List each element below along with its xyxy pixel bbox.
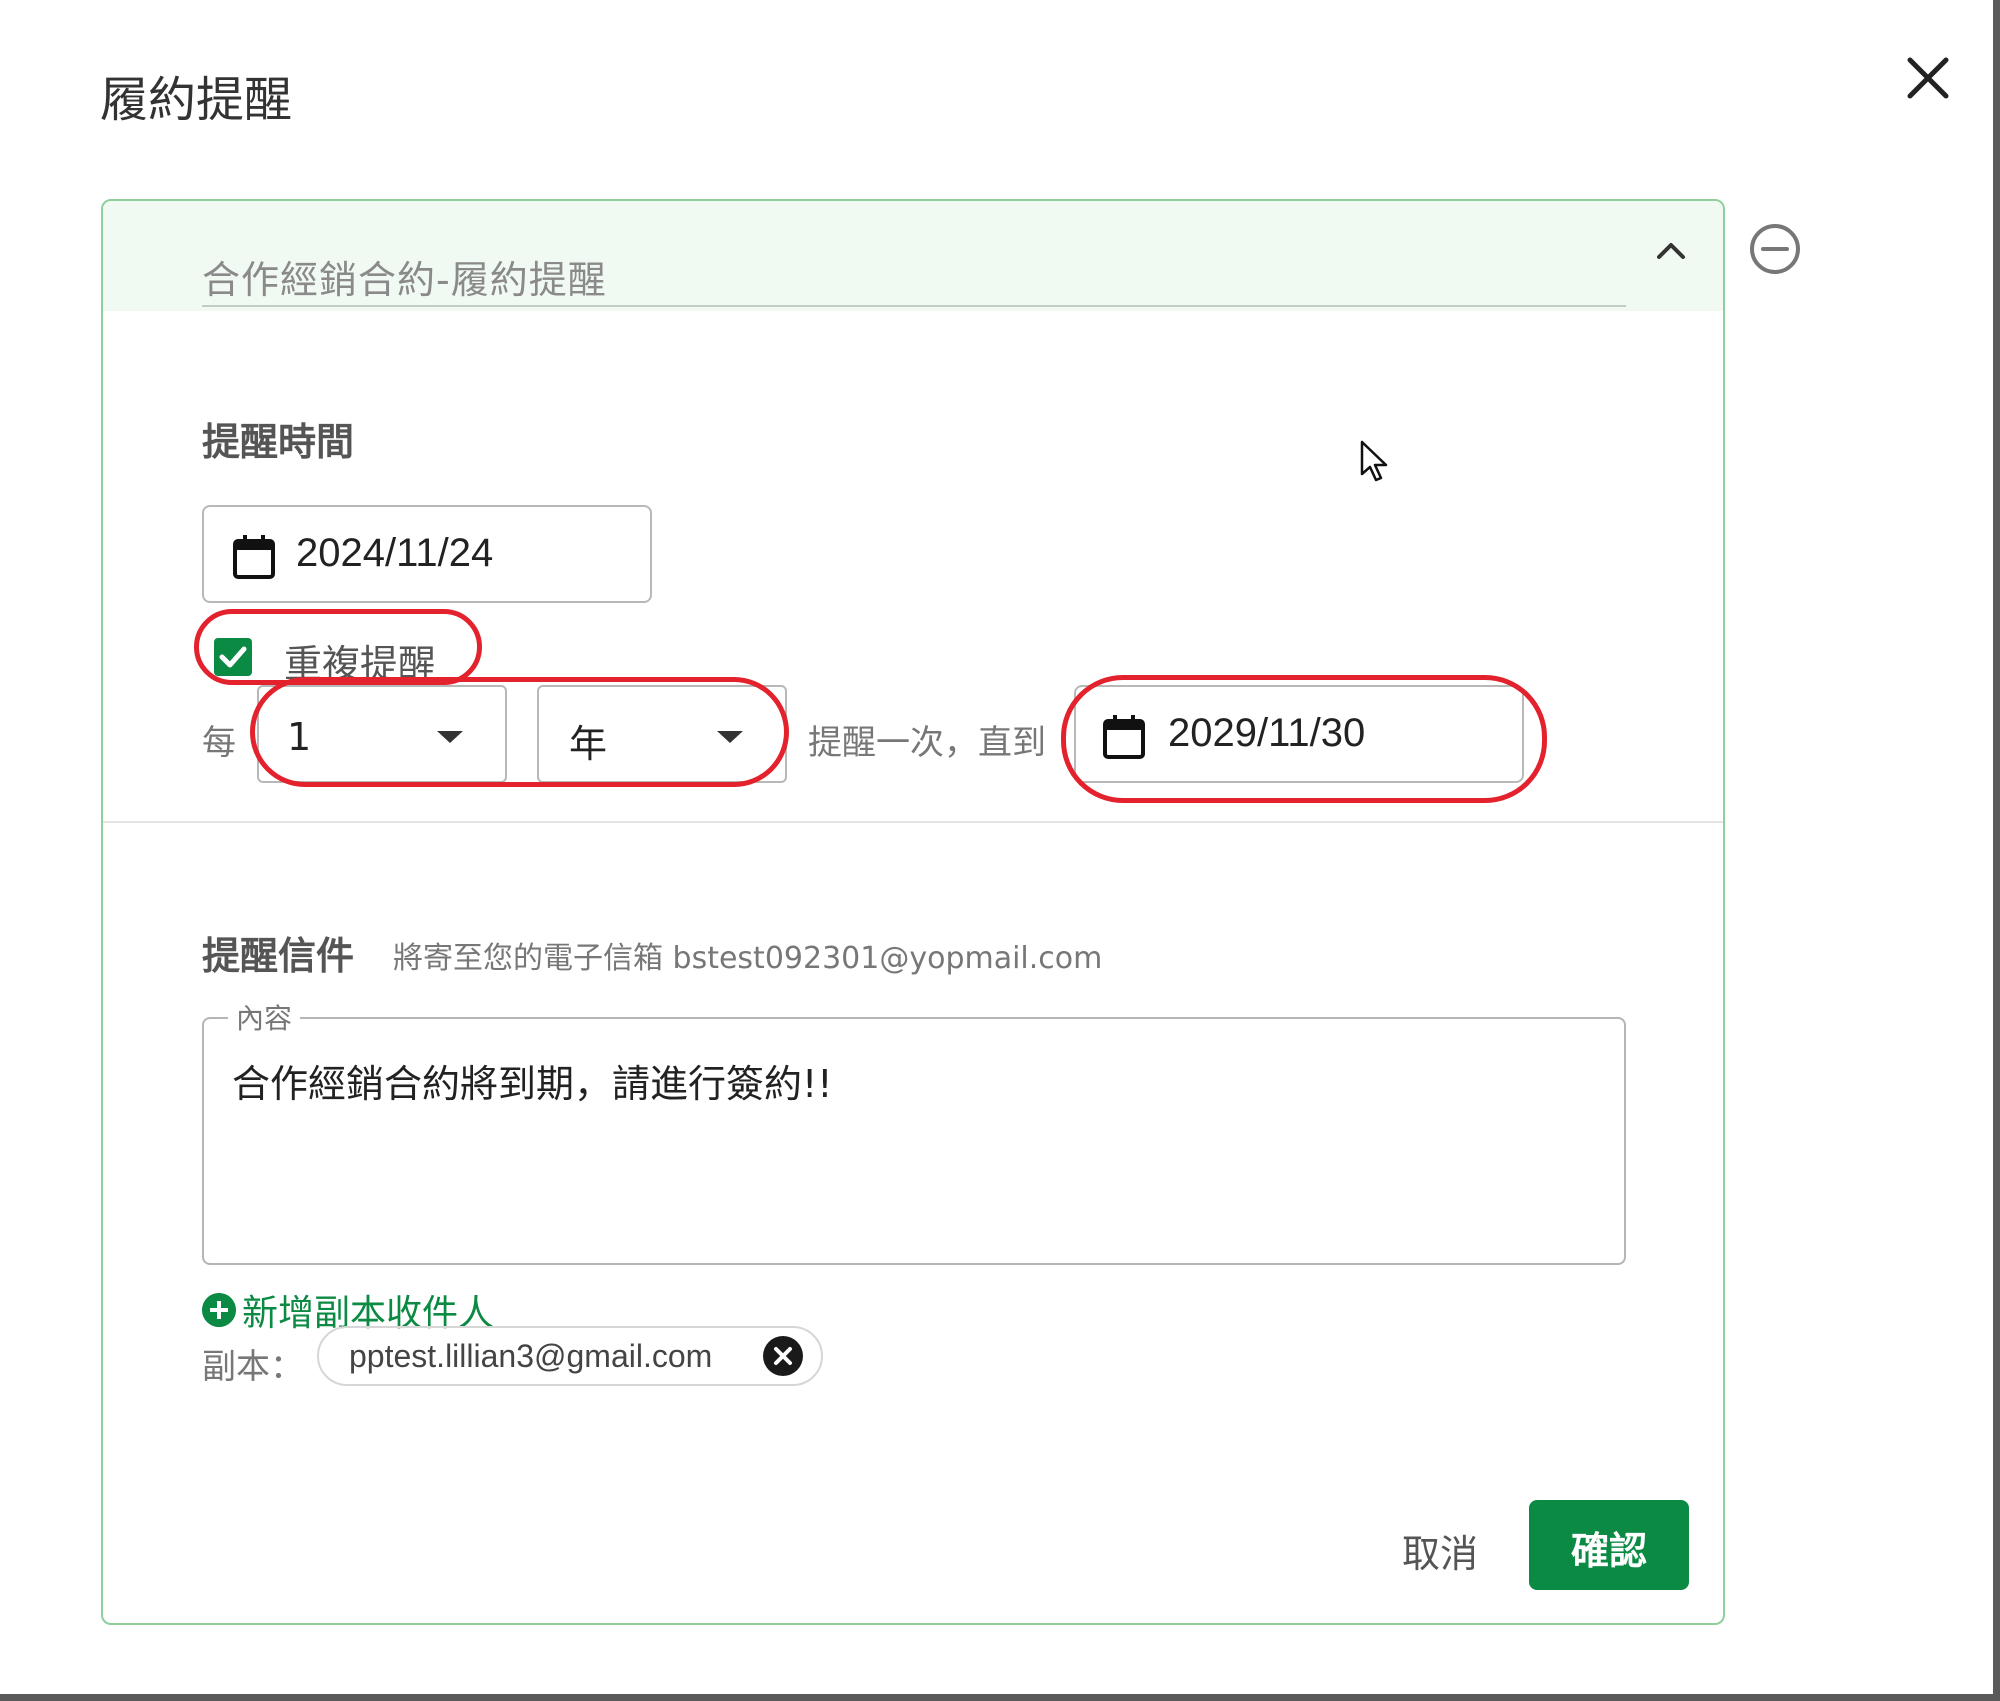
cc-recipient-chip: pptest.lillian3@gmail.com	[317, 1326, 823, 1386]
caret-down-icon	[717, 731, 743, 743]
unit-select[interactable]: 年	[537, 685, 787, 783]
reminder-title-input[interactable]: 合作經銷合約-履約提醒	[202, 237, 1626, 307]
end-date-picker[interactable]: 2029/11/30	[1074, 685, 1524, 783]
start-date-value: 2024/11/24	[296, 531, 494, 575]
interval-select[interactable]: 1	[257, 685, 507, 783]
cc-recipient-email: pptest.lillian3@gmail.com	[349, 1338, 713, 1374]
reminder-card: 合作經銷合約-履約提醒 提醒時間 2024/11/24 重複提醒 每 1 年 提…	[101, 199, 1725, 1625]
window-edge	[1993, 0, 2000, 1701]
section-divider	[103, 821, 1723, 823]
calendar-icon	[233, 535, 275, 579]
start-date-picker[interactable]: 2024/11/24	[202, 505, 652, 603]
mouse-cursor-icon	[1360, 440, 1388, 482]
reminder-time-heading: 提醒時間	[202, 420, 355, 464]
close-button[interactable]	[1900, 50, 1956, 106]
mail-destination-note: 將寄至您的電子信箱 bstest092301@yopmail.com	[393, 941, 1103, 976]
repeat-checkbox[interactable]	[214, 638, 252, 676]
interval-value: 1	[287, 715, 312, 759]
close-icon	[774, 1347, 792, 1365]
chevron-up-icon	[1657, 243, 1685, 259]
end-date-value: 2029/11/30	[1168, 711, 1366, 755]
confirm-label: 確認	[1570, 1529, 1647, 1573]
reminder-mail-heading: 提醒信件	[202, 934, 355, 978]
until-label: 提醒一次，直到	[808, 723, 1046, 763]
remove-cc-button[interactable]	[763, 1336, 803, 1376]
every-label: 每	[202, 723, 236, 763]
remove-reminder-button[interactable]	[1748, 222, 1802, 276]
cancel-button[interactable]: 取消	[1402, 1523, 1478, 1578]
reminder-card-header: 合作經銷合約-履約提醒	[103, 201, 1723, 311]
mail-content-value: 合作經銷合約將到期，請進行簽約!!	[232, 1062, 833, 1106]
dialog-title: 履約提醒	[100, 72, 293, 128]
minus-circle-icon	[1750, 224, 1800, 274]
unit-value: 年	[569, 722, 608, 766]
confirm-button[interactable]: 確認	[1529, 1500, 1689, 1590]
cc-label: 副本：	[202, 1347, 304, 1387]
check-icon	[219, 646, 247, 668]
mail-content-textarea[interactable]: 內容 合作經銷合約將到期，請進行簽約!!	[202, 997, 1626, 1265]
reminder-title-value: 合作經銷合約-履約提醒	[202, 258, 607, 302]
plus-circle-icon	[202, 1293, 236, 1327]
close-icon	[1907, 57, 1949, 99]
collapse-button[interactable]	[1653, 233, 1689, 269]
window-edge	[0, 1694, 2000, 1701]
caret-down-icon	[437, 731, 463, 743]
content-label: 內容	[228, 997, 301, 1037]
calendar-icon	[1103, 715, 1145, 759]
repeat-label: 重複提醒	[284, 642, 437, 686]
